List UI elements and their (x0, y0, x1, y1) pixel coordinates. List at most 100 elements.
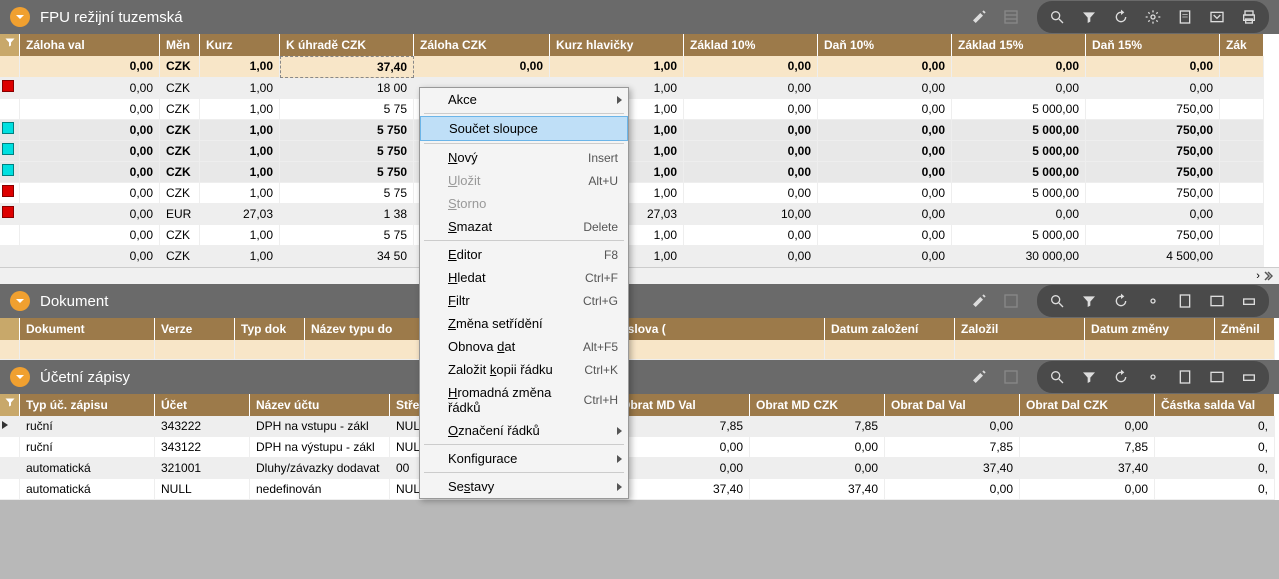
grid-cell[interactable] (1220, 162, 1264, 183)
grid-cell[interactable]: 5 000,00 (952, 183, 1086, 204)
column-header[interactable]: Změnil (1215, 318, 1275, 340)
grid-cell[interactable]: 750,00 (1086, 120, 1220, 141)
grid-cell[interactable]: 5 75 (280, 99, 414, 120)
context-menu-item[interactable]: EditorF8 (420, 243, 628, 266)
grid-cell[interactable]: 1,00 (200, 99, 280, 120)
context-menu-item[interactable]: NovýInsert (420, 146, 628, 169)
grid-cell[interactable]: 0,00 (684, 99, 818, 120)
grid-cell[interactable]: CZK (160, 225, 200, 246)
refresh-icon[interactable] (1107, 287, 1135, 315)
grid-cell[interactable]: 0,00 (818, 246, 952, 267)
grid-cell[interactable]: EUR (160, 204, 200, 225)
grid-cell[interactable]: 30 000,00 (952, 246, 1086, 267)
grid-cell[interactable]: 750,00 (1086, 141, 1220, 162)
grid-cell[interactable]: 0,00 (684, 141, 818, 162)
grid-cell[interactable]: 1,00 (550, 56, 684, 78)
grid-cell[interactable]: 0,00 (818, 78, 952, 99)
column-header[interactable]: Záloha CZK (414, 34, 550, 56)
refresh-icon[interactable] (1107, 3, 1135, 31)
grid-cell[interactable]: 0,00 (750, 437, 885, 458)
grid-cell[interactable]: 0,00 (414, 56, 550, 78)
grid-cell[interactable]: 0,00 (818, 99, 952, 120)
grid-cell[interactable]: 5 75 (280, 183, 414, 204)
grid-cell[interactable]: CZK (160, 246, 200, 267)
grid-cell[interactable] (155, 340, 235, 360)
grid-cell[interactable]: 7,85 (750, 416, 885, 437)
grid-cell[interactable]: NULL (155, 479, 250, 500)
row-marker[interactable] (0, 183, 20, 204)
grid-cell[interactable]: CZK (160, 99, 200, 120)
grid-cell[interactable]: 0,00 (20, 183, 160, 204)
filter-icon[interactable] (1075, 287, 1103, 315)
grid-cell[interactable]: 0, (1155, 437, 1275, 458)
grid-cell[interactable]: 1,00 (200, 56, 280, 78)
grid-cell[interactable]: 5 750 (280, 120, 414, 141)
grid-cell[interactable]: 0,00 (818, 225, 952, 246)
grid-cell[interactable]: nedefinován (250, 479, 390, 500)
grid-cell[interactable]: automatická (20, 479, 155, 500)
grid-cell[interactable] (1220, 204, 1264, 225)
grid-cell[interactable]: 343122 (155, 437, 250, 458)
row-marker[interactable] (0, 204, 20, 225)
grid-cell[interactable] (0, 340, 20, 360)
grid-cell[interactable]: 0,00 (20, 56, 160, 78)
grid-cell[interactable]: automatická (20, 458, 155, 479)
grid-cell[interactable]: 0,00 (20, 204, 160, 225)
grid-cell[interactable]: 0,00 (1086, 78, 1220, 99)
grid-cell[interactable]: 37,40 (1020, 458, 1155, 479)
column-header[interactable]: Založil (955, 318, 1085, 340)
grid-cell[interactable]: 0,00 (1020, 479, 1155, 500)
gear-icon[interactable] (1139, 363, 1167, 391)
context-menu-item[interactable]: Akce (420, 88, 628, 111)
edit-icon[interactable] (965, 287, 993, 315)
grid-cell[interactable] (1085, 340, 1215, 360)
grid-cell[interactable]: 0,00 (952, 204, 1086, 225)
grid-cell[interactable]: 0,00 (684, 162, 818, 183)
grid-cell[interactable]: 0,00 (684, 120, 818, 141)
grid-cell[interactable]: 1,00 (200, 225, 280, 246)
document-icon[interactable] (1171, 363, 1199, 391)
collapse-button[interactable] (10, 7, 30, 27)
grid-cell[interactable] (20, 340, 155, 360)
row-marker[interactable] (0, 162, 20, 183)
row-marker[interactable] (0, 479, 20, 500)
column-header[interactable]: Měn (160, 34, 200, 56)
grid-cell[interactable]: 750,00 (1086, 99, 1220, 120)
search-icon[interactable] (1043, 363, 1071, 391)
search-icon[interactable] (1043, 3, 1071, 31)
context-menu-item[interactable]: Označení řádků (420, 419, 628, 442)
column-header[interactable]: Kurz hlavičky (550, 34, 684, 56)
grid-cell[interactable]: 5 750 (280, 141, 414, 162)
grid-cell[interactable]: ruční (20, 416, 155, 437)
column-header[interactable]: Datum změny (1085, 318, 1215, 340)
grid-cell[interactable]: 0,00 (684, 183, 818, 204)
grid-cell[interactable]: 5 000,00 (952, 99, 1086, 120)
grid-cell[interactable]: 0,00 (818, 162, 952, 183)
column-header[interactable]: vá slova ( (605, 318, 825, 340)
grid-cell[interactable] (1220, 246, 1264, 267)
row-marker[interactable] (0, 120, 20, 141)
context-menu-item[interactable]: Konfigurace (420, 447, 628, 470)
grid-cell[interactable]: 37,40 (280, 56, 414, 78)
filter-icon[interactable] (1075, 3, 1103, 31)
grid-cell[interactable]: 0, (1155, 479, 1275, 500)
grid-cell[interactable]: 18 00 (280, 78, 414, 99)
column-header[interactable]: Základ 15% (952, 34, 1086, 56)
grid-cell[interactable]: 1,00 (200, 78, 280, 99)
document-icon[interactable] (1171, 3, 1199, 31)
grid-cell[interactable] (235, 340, 305, 360)
grid-cell[interactable]: 0,00 (818, 56, 952, 78)
grid-cell[interactable]: 27,03 (200, 204, 280, 225)
grid-cell[interactable]: CZK (160, 141, 200, 162)
refresh-icon[interactable] (1107, 363, 1135, 391)
column-header[interactable]: Kurz (200, 34, 280, 56)
grid-cell[interactable] (605, 340, 825, 360)
grid-cell[interactable]: 1 38 (280, 204, 414, 225)
grid-cell[interactable]: 321001 (155, 458, 250, 479)
grid-cell[interactable] (825, 340, 955, 360)
print-icon[interactable] (1235, 287, 1263, 315)
grid-cell[interactable]: 0,00 (20, 99, 160, 120)
grid-cell[interactable]: 0,00 (1086, 204, 1220, 225)
grid-cell[interactable]: 1,00 (200, 246, 280, 267)
column-header[interactable]: Základ 10% (684, 34, 818, 56)
